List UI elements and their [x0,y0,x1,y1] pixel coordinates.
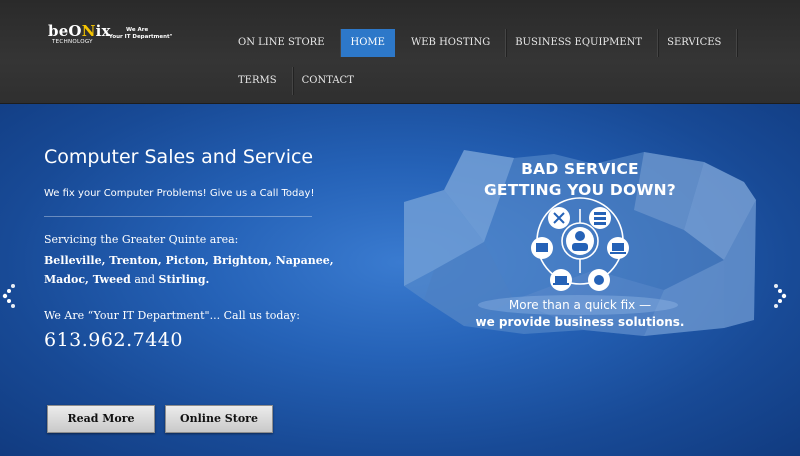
site-header: beONix TECHNOLOGY We Are "Your IT Depart… [0,0,800,104]
hero-slider: Computer Sales and Service We fix your C… [0,104,800,456]
service-area-last-town: Stirling. [158,273,210,286]
nav-item-business-equipment[interactable]: BUSINESS EQUIPMENT [506,29,659,57]
nav-item-home[interactable]: HOME [340,29,395,57]
service-area-intro: Servicing the Greater Quinte area: [44,233,239,246]
nav-row-1: ON LINE STORE HOME WEB HOSTING BUSINESS … [229,24,789,62]
slider-next-icon[interactable] [768,280,790,314]
hero-divider [44,216,312,217]
nav-item-terms[interactable]: TERMS [229,67,293,95]
read-more-button[interactable]: Read More [47,405,155,433]
nav-item-online-store[interactable]: ON LINE STORE [229,29,341,57]
main-nav: ON LINE STORE HOME WEB HOSTING BUSINESS … [229,24,789,100]
hero-tagline: We fix your Computer Problems! Give us a… [44,188,315,199]
promo-subtitle-line1: More than a quick fix — [508,298,652,312]
nav-row-2: TERMS CONTACT [229,62,789,100]
logo[interactable]: beONix TECHNOLOGY We Are "Your IT Depart… [46,22,176,48]
hero-title: Computer Sales and Service [44,146,314,168]
service-area-list: Belleville, Trenton, Picton, Brighton, N… [44,251,344,289]
nav-item-web-hosting[interactable]: WEB HOSTING [402,29,507,57]
logo-subtitle: TECHNOLOGY [52,39,93,45]
logo-tagline-line2: "Your IT Department" [106,34,173,40]
online-store-button[interactable]: Online Store [165,405,273,433]
logo-tagline-line1: We Are [126,27,149,33]
phone-number[interactable]: 613.962.7440 [44,329,183,351]
promo-subtitle-line2: we provide business solutions. [475,315,685,329]
call-us-text: We Are “Your IT Department"... Call us t… [44,309,300,322]
logo-name: beONix [48,22,111,40]
promo-graphic: BAD SERVICE GETTING YOU DOWN? More than … [404,150,756,340]
promo-title-line2: GETTING YOU DOWN? [483,181,676,199]
nav-item-services[interactable]: SERVICES [658,29,738,57]
promo-title-line1: BAD SERVICE [521,160,639,178]
service-area-and: and [134,273,156,286]
nav-item-contact[interactable]: CONTACT [293,67,370,95]
slider-prev-icon[interactable] [0,280,22,314]
